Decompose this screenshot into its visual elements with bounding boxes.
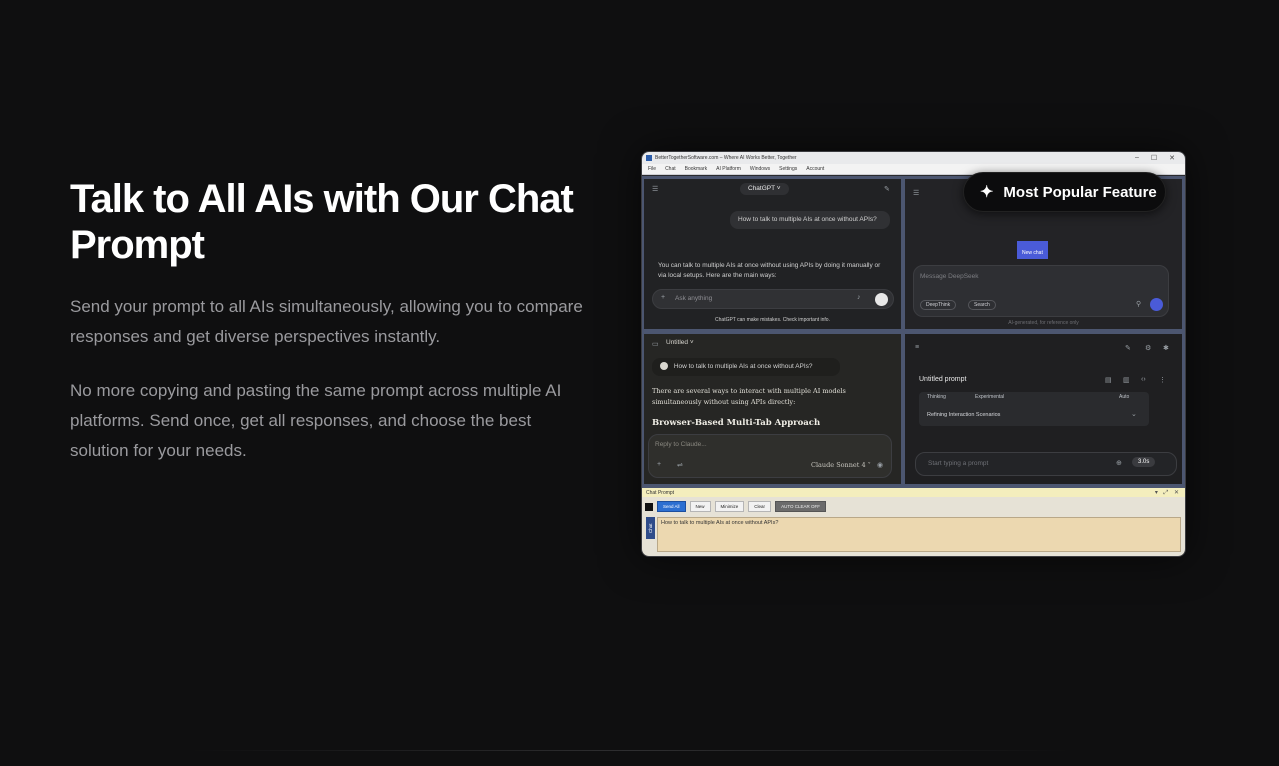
menu-ai-platform[interactable]: AI Platform [716, 166, 741, 172]
plus-icon[interactable]: + [661, 294, 665, 301]
new-chat-button[interactable]: New chat [1017, 249, 1048, 257]
gemini-title[interactable]: Untitled prompt [919, 376, 966, 383]
claude-response: There are several ways to interact with … [652, 387, 846, 406]
claude-pane: ▭ Untitled ˅ How to talk to multiple AIs… [644, 334, 901, 484]
menu-icon[interactable]: ☰ [913, 189, 919, 197]
menu-icon[interactable]: ≡ [915, 344, 919, 351]
deepthink-toggle[interactable]: DeepThink [920, 300, 957, 310]
chatgpt-response: You can talk to multiple AIs at once wit… [658, 262, 881, 279]
code-icon[interactable]: ‹› [1141, 376, 1146, 383]
gemini-placeholder: Start typing a prompt [928, 460, 989, 467]
divider [190, 750, 1070, 751]
claude-user-message: How to talk to multiple AIs at once with… [652, 358, 840, 376]
claude-placeholder: Reply to Claude... [655, 441, 707, 448]
claude-input[interactable]: Reply to Claude... + ⇌ Claude Sonnet 4 ˅… [648, 434, 892, 478]
run-timer: 3.0s [1138, 459, 1150, 465]
voice-button[interactable] [875, 293, 888, 306]
section-label[interactable]: Refining Interaction Scenarios [927, 412, 1000, 418]
chat-prompt-textarea[interactable]: How to talk to multiple AIs at once with… [657, 517, 1181, 552]
new-chat-icon[interactable]: ✎ [884, 185, 890, 193]
add-icon[interactable]: ⊕ [1116, 459, 1122, 467]
attach-icon[interactable]: ⚲ [1136, 300, 1141, 308]
chat-prompt-header: Chat Prompt [646, 489, 675, 496]
sidebar-icon[interactable]: ▭ [652, 340, 659, 348]
chatgpt-placeholder: Ask anything [675, 295, 713, 302]
plus-icon[interactable]: + [657, 461, 661, 468]
thoughts-card: Thinking Experimental Auto Refining Inte… [919, 392, 1149, 426]
experimental-label: Experimental [975, 394, 1005, 400]
thinking-label: Thinking [927, 394, 946, 400]
auto-label[interactable]: Auto [1119, 394, 1129, 400]
deepseek-input[interactable]: Message DeepSeek DeepThink Search ⚲ [913, 265, 1169, 317]
claude-title[interactable]: Untitled ˅ [666, 338, 694, 348]
deepseek-footer: AI-generated, for reference only [1008, 320, 1079, 326]
auto-clear-toggle[interactable]: AUTO CLEAR OFF [775, 501, 826, 512]
gear-icon[interactable]: ✱ [1163, 344, 1169, 352]
maximize-icon[interactable]: ☐ [1151, 154, 1157, 162]
panel-controls-icon[interactable]: ▾ ⤢ ✕ [1155, 489, 1181, 497]
chat-prompt-panel: Chat Prompt ▾ ⤢ ✕ Send All New Minimize … [642, 488, 1185, 556]
chevron-down-icon[interactable]: ⌄ [1131, 410, 1137, 418]
settings-icon[interactable]: ⇌ [677, 461, 683, 469]
chatgpt-user-message: How to talk to multiple AIs at once with… [730, 211, 890, 229]
window-title: BetterTogetherSoftware.com – Where AI Wo… [655, 155, 797, 161]
hero-description: Send your prompt to all AIs simultaneous… [70, 297, 583, 346]
sparkle-icon: ✦ [980, 184, 994, 201]
compare-icon[interactable]: ▥ [1123, 376, 1130, 384]
edit-icon[interactable]: ✎ [1125, 344, 1131, 352]
menu-icon[interactable] [645, 502, 653, 511]
run-button[interactable]: 3.0s [1132, 457, 1156, 467]
hero-title: Talk to All AIs with Our Chat Prompt [70, 177, 574, 267]
sidebar-icon[interactable]: ☰ [652, 185, 658, 193]
gemini-pane: ≡ ✎ ⚙ ✱ Untitled prompt ▤ ▥ ‹› ⋮ Thinkin… [905, 334, 1182, 484]
badge-label: Most Popular Feature [1003, 183, 1157, 201]
more-icon[interactable]: ⋮ [1159, 376, 1166, 384]
deepseek-placeholder: Message DeepSeek [920, 273, 979, 280]
save-icon[interactable]: ▤ [1105, 376, 1112, 384]
claude-user-message-text: How to talk to multiple AIs at once with… [673, 363, 813, 370]
gemini-input[interactable]: Start typing a prompt ⊕ 3.0s [915, 452, 1177, 476]
claude-heading: Browser-Based Multi-Tab Approach [652, 418, 821, 428]
chat-side-tab[interactable]: Chat [646, 517, 655, 539]
chatgpt-disclaimer: ChatGPT can make mistakes. Check importa… [715, 317, 830, 323]
mic-icon[interactable]: ♪ [857, 294, 861, 301]
tune-icon[interactable]: ⚙ [1145, 344, 1151, 352]
menu-chat[interactable]: Chat [665, 166, 676, 172]
search-toggle[interactable]: Search [968, 300, 996, 310]
chatgpt-input[interactable]: + Ask anything ♪ [652, 289, 894, 309]
send-all-button[interactable]: Send All [657, 501, 686, 512]
ai-panes-grid: ☰ ChatGPT ˅ ✎ How to talk to multiple AI… [642, 176, 1185, 488]
app-icon [646, 155, 652, 161]
menu-file[interactable]: File [648, 166, 656, 172]
menu-windows[interactable]: Windows [750, 166, 770, 172]
hero-description-secondary: No more copying and pasting the same pro… [70, 381, 562, 460]
chatgpt-model-selector[interactable]: ChatGPT ˅ [740, 183, 789, 195]
claude-model-selector[interactable]: Claude Sonnet 4 ˅ [811, 460, 871, 470]
send-icon[interactable]: ◉ [877, 461, 883, 469]
avatar [660, 362, 668, 371]
minimize-button[interactable]: Minimize [714, 501, 745, 512]
clear-button[interactable]: Clear [748, 501, 772, 512]
menu-settings[interactable]: Settings [779, 166, 797, 172]
menu-account[interactable]: Account [806, 166, 824, 172]
most-popular-badge: ✦ Most Popular Feature [963, 172, 1166, 212]
window-titlebar: BetterTogetherSoftware.com – Where AI Wo… [642, 152, 1185, 164]
minimize-icon[interactable]: – [1135, 154, 1139, 162]
new-button[interactable]: New [689, 501, 711, 512]
menu-bookmark[interactable]: Bookmark [685, 166, 708, 172]
chatgpt-pane: ☰ ChatGPT ˅ ✎ How to talk to multiple AI… [644, 179, 901, 329]
close-icon[interactable]: ✕ [1169, 154, 1175, 162]
send-button[interactable] [1150, 298, 1163, 311]
